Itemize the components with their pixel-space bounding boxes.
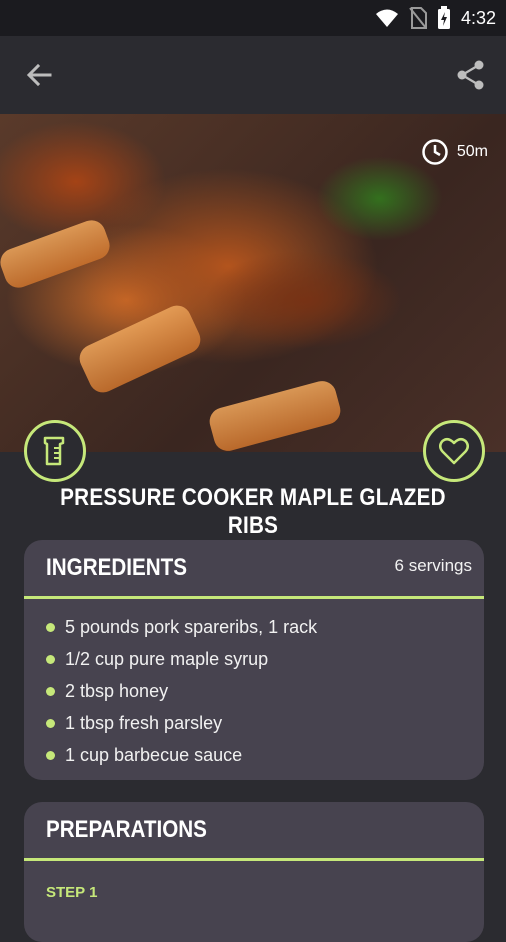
- bullet-dot: [46, 686, 55, 696]
- ingredient-text: 1 cup barbecue sauce: [65, 744, 243, 765]
- ingredient-list: 5 pounds pork spareribs, 1 rack 1/2 cup …: [24, 599, 484, 771]
- wifi-icon: [375, 9, 398, 27]
- servings-count[interactable]: 6 servings: [395, 556, 472, 576]
- share-button[interactable]: [454, 58, 488, 92]
- favorite-button[interactable]: [423, 420, 485, 482]
- rib-bone: [75, 300, 205, 398]
- ingredient-item: 1/2 cup pure maple syrup: [46, 643, 484, 675]
- status-bar: 4:32: [0, 0, 506, 36]
- heart-icon: [439, 437, 469, 465]
- ingredient-item: 1 cup barbecue sauce: [46, 739, 484, 771]
- accent-divider: [24, 858, 484, 861]
- ingredient-text: 2 tbsp honey: [65, 680, 169, 701]
- back-button[interactable]: [22, 58, 56, 92]
- step-label: STEP 1: [46, 884, 98, 901]
- status-icons: 4:32: [375, 6, 496, 30]
- preparations-header: PREPARATIONS: [24, 802, 484, 858]
- rib-bone: [0, 216, 114, 292]
- ingredient-item: 2 tbsp honey: [46, 675, 484, 707]
- ingredient-item: 1 tbsp fresh parsley: [46, 707, 484, 739]
- bullet-dot: [46, 718, 55, 728]
- clock-icon: [422, 139, 448, 165]
- preparations-heading: PREPARATIONS: [46, 816, 207, 843]
- ingredients-header: INGREDIENTS 6 servings: [24, 540, 484, 596]
- no-sim-icon: [409, 7, 427, 29]
- battery-charging-icon: [437, 6, 450, 29]
- arrow-left-icon: [26, 63, 52, 87]
- cook-time-badge: 50m: [421, 138, 488, 166]
- app-bar: [0, 36, 506, 114]
- ingredient-text: 5 pounds pork spareribs, 1 rack: [65, 616, 318, 637]
- share-icon: [457, 60, 484, 90]
- recipe-hero-image: 50m: [0, 114, 506, 452]
- measuring-cup-icon: [43, 436, 65, 466]
- ingredient-text: 1/2 cup pure maple syrup: [65, 648, 269, 669]
- cook-time: 50m: [456, 143, 488, 160]
- rib-bone: [206, 377, 344, 452]
- status-time: 4:32: [460, 7, 496, 28]
- ingredient-text: 1 tbsp fresh parsley: [65, 712, 223, 733]
- measure-button[interactable]: [24, 420, 86, 482]
- bullet-dot: [46, 654, 55, 664]
- bullet-dot: [46, 622, 55, 632]
- recipe-title: PRESSURE COOKER MAPLE GLAZED RIBS: [60, 484, 446, 539]
- bullet-dot: [46, 750, 55, 760]
- ingredient-item: 5 pounds pork spareribs, 1 rack: [46, 611, 484, 643]
- preparations-card: PREPARATIONS STEP 1: [24, 802, 484, 942]
- ingredients-card: INGREDIENTS 6 servings 5 pounds pork spa…: [24, 540, 484, 780]
- ingredients-heading: INGREDIENTS: [46, 554, 188, 581]
